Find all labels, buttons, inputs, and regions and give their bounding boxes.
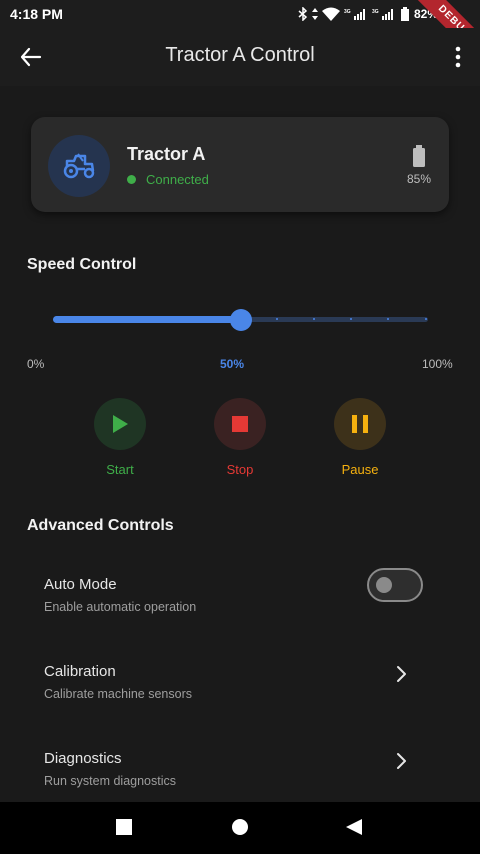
- auto-mode-toggle[interactable]: [367, 568, 423, 602]
- slider-tick: [350, 318, 352, 320]
- device-name: Tractor A: [127, 144, 206, 164]
- slider-tick: [276, 318, 278, 320]
- slider-fill: [53, 316, 241, 323]
- auto-mode-subtitle: Enable automatic operation: [44, 600, 197, 614]
- slider-value-label: 50%: [220, 357, 245, 371]
- play-icon: [113, 415, 128, 433]
- bluetooth-icon: [298, 7, 308, 21]
- svg-text:3G: 3G: [372, 9, 379, 15]
- chevron-right-icon: [397, 753, 406, 769]
- svg-text:3G: 3G: [344, 9, 351, 15]
- app-bar: Tractor A Control: [0, 28, 480, 86]
- status-time: 4:18 PM: [10, 6, 63, 22]
- pause-label: Pause: [341, 462, 379, 477]
- slider-tick: [387, 318, 389, 320]
- advanced-controls-title: Advanced Controls: [27, 517, 174, 534]
- stop-button[interactable]: Stop: [210, 398, 270, 477]
- system-nav-bar: [0, 802, 480, 854]
- signal-icon-2: 3G: [372, 9, 393, 20]
- tractor-icon: [63, 153, 95, 179]
- toggle-knob: [376, 577, 392, 593]
- signal-icon: 3G: [344, 9, 365, 20]
- device-card: Tractor A Connected 85%: [31, 117, 449, 212]
- status-bar: 4:18 PM 3G 3G 82% DEBUG: [0, 0, 480, 72]
- battery-icon: [413, 145, 425, 167]
- back-triangle-icon[interactable]: [346, 819, 362, 835]
- stop-circle: [214, 398, 266, 450]
- list-item-auto-mode[interactable]: Auto Mode Enable automatic operation: [0, 568, 480, 656]
- pause-icon: [352, 415, 368, 433]
- list-item-calibration[interactable]: Calibration Calibrate machine sensors: [0, 663, 480, 743]
- page-title: Tractor A Control: [165, 44, 315, 66]
- slider-tick: [313, 318, 315, 320]
- slider-thumb[interactable]: [230, 309, 252, 331]
- device-battery: 85%: [406, 172, 431, 186]
- home-circle-icon[interactable]: [232, 819, 248, 835]
- connection-status: Connected: [146, 172, 209, 187]
- auto-mode-title: Auto Mode: [44, 576, 117, 593]
- calibration-subtitle: Calibrate machine sensors: [44, 687, 192, 701]
- start-button[interactable]: Start: [90, 398, 150, 477]
- slider-tick: [425, 318, 427, 320]
- stop-label: Stop: [226, 462, 254, 477]
- diagnostics-subtitle: Run system diagnostics: [44, 774, 177, 788]
- chevron-right-icon: [397, 666, 406, 682]
- slider-max-label: 100%: [422, 357, 453, 371]
- battery-status-icon: [400, 7, 409, 21]
- speed-slider[interactable]: [53, 308, 428, 332]
- slider-min-label: 0%: [27, 357, 45, 371]
- pause-circle: [334, 398, 386, 450]
- more-vert-icon[interactable]: [454, 44, 462, 70]
- status-icons: 3G 3G 82%: [298, 0, 438, 28]
- start-label: Start: [106, 462, 134, 477]
- wifi-icon: [321, 7, 340, 21]
- stop-icon: [232, 416, 248, 432]
- connection-dot: [127, 175, 136, 184]
- data-arrows-icon: [311, 8, 318, 20]
- start-circle: [94, 398, 146, 450]
- recents-square-icon[interactable]: [116, 819, 132, 835]
- diagnostics-title: Diagnostics: [44, 750, 122, 767]
- tractor-avatar: [48, 135, 110, 197]
- speed-control-title: Speed Control: [27, 256, 137, 273]
- calibration-title: Calibration: [44, 663, 116, 680]
- pause-button[interactable]: Pause: [330, 398, 390, 477]
